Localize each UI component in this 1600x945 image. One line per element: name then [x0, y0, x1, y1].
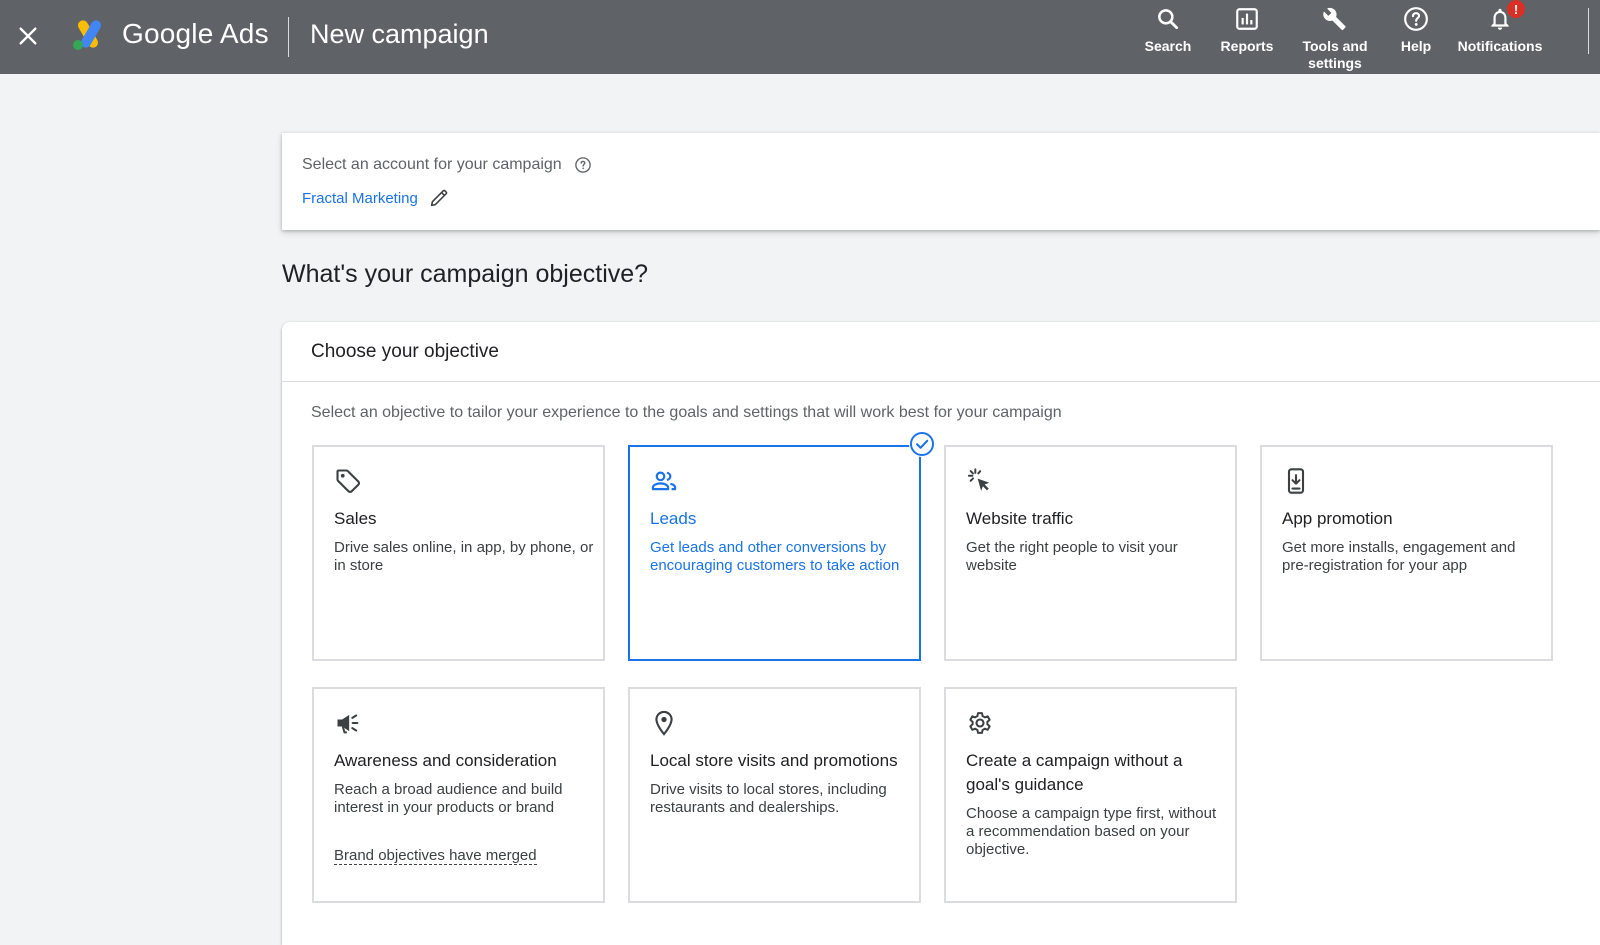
- card-description: Get the right people to visit your websi…: [966, 539, 1178, 574]
- help-button[interactable]: Help: [1396, 6, 1436, 55]
- top-app-bar: Google Ads New campaign Search Reports T…: [0, 0, 1600, 74]
- tag-icon: [336, 469, 361, 494]
- card-content: App promotion Get more installs, engagem…: [1282, 507, 1542, 575]
- card-description: Choose a campaign type first, without a …: [966, 805, 1217, 858]
- card-content: Website traffic Get the right people to …: [966, 507, 1226, 575]
- objective-description: Select an objective to tailor your exper…: [311, 404, 1062, 421]
- wrench-icon: [1323, 7, 1346, 31]
- header-right-divider: [1588, 8, 1589, 54]
- objective-card-website-traffic[interactable]: Website traffic Get the right people to …: [944, 445, 1237, 661]
- account-label-row: Select an account for your campaign: [302, 156, 592, 174]
- objective-card-app-promotion[interactable]: App promotion Get more installs, engagem…: [1260, 445, 1553, 661]
- tools-and-settings-button[interactable]: Tools and settings: [1298, 6, 1372, 72]
- card-content: Sales Drive sales online, in app, by pho…: [334, 507, 594, 575]
- objective-card-sales[interactable]: Sales Drive sales online, in app, by pho…: [312, 445, 605, 661]
- objective-panel-title: Choose your objective: [311, 340, 499, 362]
- help-circle-icon[interactable]: [574, 156, 592, 174]
- megaphone-icon: [337, 714, 359, 734]
- card-title: Awareness and consideration: [334, 751, 557, 770]
- account-name-link[interactable]: Fractal Marketing: [302, 190, 418, 207]
- objective-card-local-store-visits[interactable]: Local store visits and promotions Drive …: [628, 687, 921, 903]
- card-title: Sales: [334, 509, 377, 528]
- card-description: Reach a broad audience and build interes…: [334, 781, 563, 816]
- card-content: Local store visits and promotions Drive …: [650, 749, 910, 817]
- card-title: App promotion: [1282, 509, 1393, 528]
- objective-heading: What's your campaign objective?: [282, 260, 649, 288]
- check-circle-icon: [909, 431, 935, 457]
- brand-objectives-merged-link[interactable]: Brand objectives have merged: [334, 847, 537, 865]
- notifications-label: Notifications: [1457, 38, 1543, 54]
- card-content: Awareness and consideration Reach a broa…: [334, 749, 594, 817]
- notifications-button[interactable]: ! Notifications: [1455, 0, 1545, 55]
- card-description: Get leads and other conversions by encou…: [650, 539, 900, 574]
- cursor-click-icon: [967, 468, 990, 491]
- brand-name: Google Ads: [122, 18, 269, 49]
- help-label: Help: [1400, 38, 1432, 54]
- objective-card-no-goal-guidance[interactable]: Create a campaign without a goal's guida…: [944, 687, 1237, 903]
- card-title: Local store visits and promotions: [650, 751, 898, 770]
- card-title: Create a campaign without a goal's guida…: [966, 751, 1183, 794]
- card-title: Website traffic: [966, 509, 1074, 528]
- reports-icon: [1236, 8, 1258, 30]
- card-content: Create a campaign without a goal's guida…: [966, 749, 1226, 859]
- account-label: Select an account for your campaign: [302, 156, 562, 173]
- card-description: Drive visits to local stores, including …: [650, 781, 887, 816]
- gear-icon: [969, 712, 991, 734]
- notifications-badge: !: [1507, 0, 1525, 18]
- card-description: Get more installs, engagement and pre-re…: [1282, 539, 1516, 574]
- pencil-icon[interactable]: [428, 187, 450, 209]
- objective-panel-header: Choose your objective: [282, 322, 1600, 382]
- location-pin-icon: [655, 710, 673, 736]
- card-title: Leads: [650, 509, 697, 528]
- objective-card-awareness-and-consideration[interactable]: Awareness and consideration Reach a broa…: [312, 687, 605, 903]
- card-description: Drive sales online, in app, by phone, or…: [334, 539, 594, 574]
- close-icon: [19, 27, 37, 45]
- card-content: Leads Get leads and other conversions by…: [650, 507, 910, 575]
- help-icon: [1404, 7, 1428, 31]
- account-selection-card: Select an account for your campaign Frac…: [282, 133, 1600, 230]
- objective-panel: Choose your objective Select an objectiv…: [282, 322, 1600, 945]
- phone-download-icon: [1287, 468, 1305, 494]
- header-divider: [288, 17, 289, 57]
- search-button[interactable]: Search: [1143, 6, 1193, 55]
- reports-label: Reports: [1220, 38, 1274, 54]
- objective-card-leads[interactable]: Leads Get leads and other conversions by…: [628, 431, 935, 661]
- search-label: Search: [1144, 38, 1192, 54]
- account-row: Fractal Marketing: [302, 187, 450, 209]
- people-icon: [651, 471, 677, 491]
- tools-label: Tools and settings: [1302, 38, 1368, 71]
- search-icon: [1158, 9, 1179, 30]
- reports-button[interactable]: Reports: [1218, 6, 1276, 55]
- google-ads-logo-icon: [73, 20, 101, 50]
- close-button[interactable]: [14, 22, 42, 50]
- page-title: New campaign: [310, 19, 489, 49]
